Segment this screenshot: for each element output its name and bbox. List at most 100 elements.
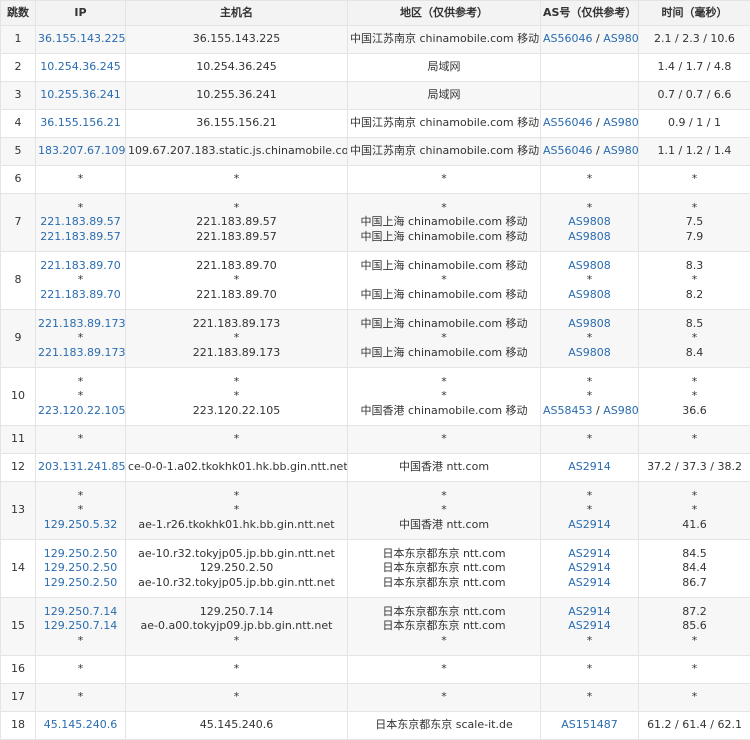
as-link[interactable]: AS9808	[568, 317, 611, 330]
as-link[interactable]: AS9808	[568, 288, 611, 301]
as-link[interactable]: AS9808	[568, 230, 611, 243]
as-line: AS2914	[543, 518, 636, 533]
as-cell: AS56046 / AS9808	[541, 138, 639, 166]
ip-link[interactable]: 221.183.89.57	[38, 230, 123, 245]
ip-link: *	[38, 375, 123, 390]
ip-link[interactable]: 221.183.89.70	[38, 288, 123, 303]
as-cell: **AS58453 / AS9808	[541, 368, 639, 426]
ip-link[interactable]: 221.183.89.173	[38, 346, 123, 361]
ip-link[interactable]: 10.255.36.241	[38, 88, 123, 103]
region-cell: 中国江苏南京 chinamobile.com 移动	[348, 110, 541, 138]
as-link[interactable]: AS9808	[568, 346, 611, 359]
region-text: 日本东京都东京 ntt.com	[350, 561, 538, 576]
hop-number: 3	[1, 82, 36, 110]
as-link[interactable]: AS56046	[543, 144, 593, 157]
hostname-text: 129.250.2.50	[128, 561, 345, 576]
as-link[interactable]: AS9808	[568, 259, 611, 272]
as-cell	[541, 82, 639, 110]
as-link[interactable]: AS56046	[543, 116, 593, 129]
ip-link[interactable]: 183.207.67.109	[38, 144, 123, 159]
time-cell: **36.6	[639, 368, 750, 426]
hostname-text: *	[128, 389, 345, 404]
as-link[interactable]: AS2914	[568, 518, 611, 531]
ip-link[interactable]: 129.250.5.32	[38, 518, 123, 533]
time-text: 87.2	[641, 605, 748, 620]
region-cell: **中国香港 ntt.com	[348, 482, 541, 540]
table-row: 8221.183.89.70*221.183.89.70221.183.89.7…	[1, 252, 750, 310]
time-cell: *	[639, 166, 750, 194]
as-link[interactable]: AS2914	[568, 460, 611, 473]
time-cell: 0.9 / 1 / 1	[639, 110, 750, 138]
region-cell: *中国上海 chinamobile.com 移动中国上海 chinamobile…	[348, 194, 541, 252]
time-text: 36.6	[641, 404, 748, 419]
header-as: AS号（仅供参考）	[541, 1, 639, 26]
region-cell: 中国江苏南京 chinamobile.com 移动	[348, 26, 541, 54]
ip-cell: 129.250.7.14129.250.7.14*	[36, 598, 126, 656]
region-text: 中国上海 chinamobile.com 移动	[350, 346, 538, 361]
ip-cell: **129.250.5.32	[36, 482, 126, 540]
as-link[interactable]: AS2914	[568, 605, 611, 618]
as-line: AS2914	[543, 619, 636, 634]
hostname-text: 45.145.240.6	[128, 718, 345, 733]
hostname-cell: ae-10.r32.tokyjp05.jp.bb.gin.ntt.net129.…	[126, 540, 348, 598]
as-line	[543, 88, 636, 103]
time-text: *	[641, 489, 748, 504]
as-line: AS2914	[543, 605, 636, 620]
time-text: *	[641, 690, 748, 705]
ip-link[interactable]: 221.183.89.70	[38, 259, 123, 274]
as-line: AS58453 / AS9808	[543, 404, 636, 419]
as-line: AS2914	[543, 576, 636, 591]
ip-link[interactable]: 129.250.7.14	[38, 605, 123, 620]
as-link[interactable]: AS9808	[603, 116, 638, 129]
as-cell: AS2914	[541, 454, 639, 482]
as-link[interactable]: AS9808	[603, 404, 638, 417]
as-link[interactable]: AS2914	[568, 547, 611, 560]
as-link[interactable]: AS58453	[543, 404, 593, 417]
ip-link[interactable]: 36.155.143.225	[38, 32, 123, 47]
as-empty: *	[587, 503, 593, 516]
ip-link: *	[38, 662, 123, 677]
ip-link[interactable]: 36.155.156.21	[38, 116, 123, 131]
as-line: *	[543, 662, 636, 677]
ip-link[interactable]: 221.183.89.173	[38, 317, 123, 332]
ip-link[interactable]: 203.131.241.85	[38, 460, 123, 475]
ip-link[interactable]: 129.250.2.50	[38, 547, 123, 562]
time-cell: 0.7 / 0.7 / 6.6	[639, 82, 750, 110]
hostname-text: 129.250.7.14	[128, 605, 345, 620]
hostname-cell: 109.67.207.183.static.js.chinamobile.com	[126, 138, 348, 166]
hostname-cell: ce-0-0-1.a02.tkokhk01.hk.bb.gin.ntt.net	[126, 454, 348, 482]
ip-link[interactable]: 223.120.22.105	[38, 404, 123, 419]
hop-number: 9	[1, 310, 36, 368]
ip-link[interactable]: 45.145.240.6	[38, 718, 123, 733]
time-text: *	[641, 503, 748, 518]
as-link[interactable]: AS56046	[543, 32, 593, 45]
time-text: 7.5	[641, 215, 748, 230]
as-link[interactable]: AS9808	[603, 32, 638, 45]
as-link[interactable]: AS2914	[568, 619, 611, 632]
hostname-text: 223.120.22.105	[128, 404, 345, 419]
region-text: *	[350, 634, 538, 649]
ip-link[interactable]: 221.183.89.57	[38, 215, 123, 230]
region-cell: *	[348, 426, 541, 454]
header-row: 跳数 IP 主机名 地区（仅供参考） AS号（仅供参考） 时间（毫秒）	[1, 1, 750, 26]
as-link[interactable]: AS2914	[568, 576, 611, 589]
as-link[interactable]: AS9808	[568, 215, 611, 228]
region-text: 日本东京都东京 ntt.com	[350, 605, 538, 620]
time-text: 8.3	[641, 259, 748, 274]
as-link[interactable]: AS9808	[603, 144, 638, 157]
hop-number: 5	[1, 138, 36, 166]
region-text: 中国香港 ntt.com	[350, 518, 538, 533]
hop-number: 4	[1, 110, 36, 138]
table-row: 15129.250.7.14129.250.7.14*129.250.7.14a…	[1, 598, 750, 656]
ip-link[interactable]: 10.254.36.245	[38, 60, 123, 75]
as-empty: *	[587, 634, 593, 647]
hostname-text: *	[128, 375, 345, 390]
region-text: 中国香港 ntt.com	[350, 460, 538, 475]
as-link[interactable]: AS151487	[561, 718, 618, 731]
region-text: 局域网	[350, 88, 538, 103]
ip-link[interactable]: 129.250.2.50	[38, 561, 123, 576]
ip-link[interactable]: 129.250.2.50	[38, 576, 123, 591]
ip-link[interactable]: 129.250.7.14	[38, 619, 123, 634]
as-link[interactable]: AS2914	[568, 561, 611, 574]
region-cell: 中国江苏南京 chinamobile.com 移动	[348, 138, 541, 166]
